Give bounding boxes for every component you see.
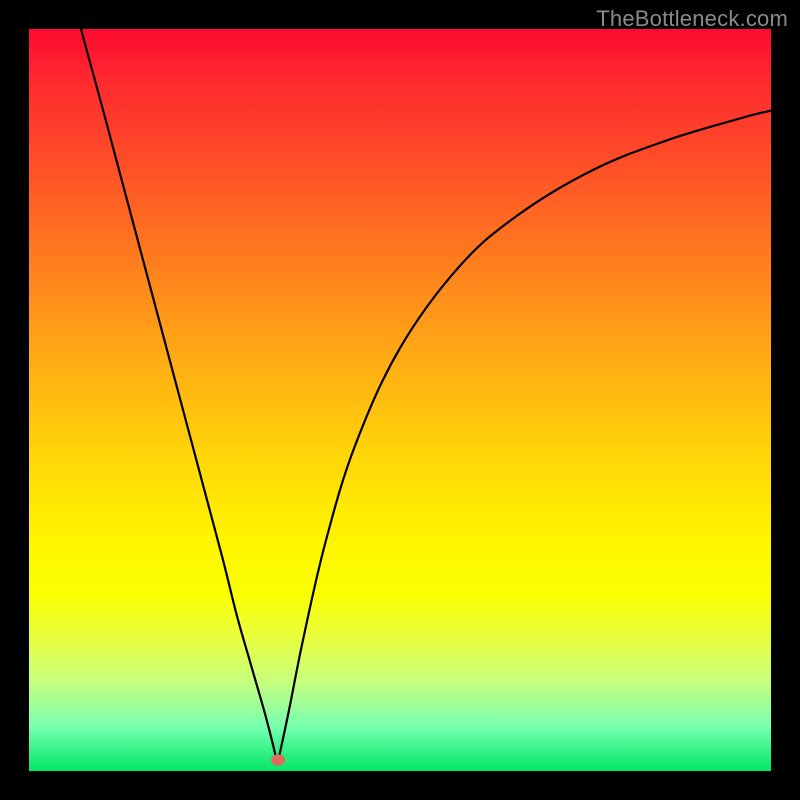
watermark-text: TheBottleneck.com xyxy=(596,6,788,32)
plot-area xyxy=(29,29,771,771)
bottleneck-marker xyxy=(271,754,285,765)
curve-right-branch xyxy=(278,111,771,764)
chart-frame: TheBottleneck.com xyxy=(0,0,800,800)
curve-left-branch xyxy=(81,29,278,764)
bottleneck-curve xyxy=(29,29,771,771)
